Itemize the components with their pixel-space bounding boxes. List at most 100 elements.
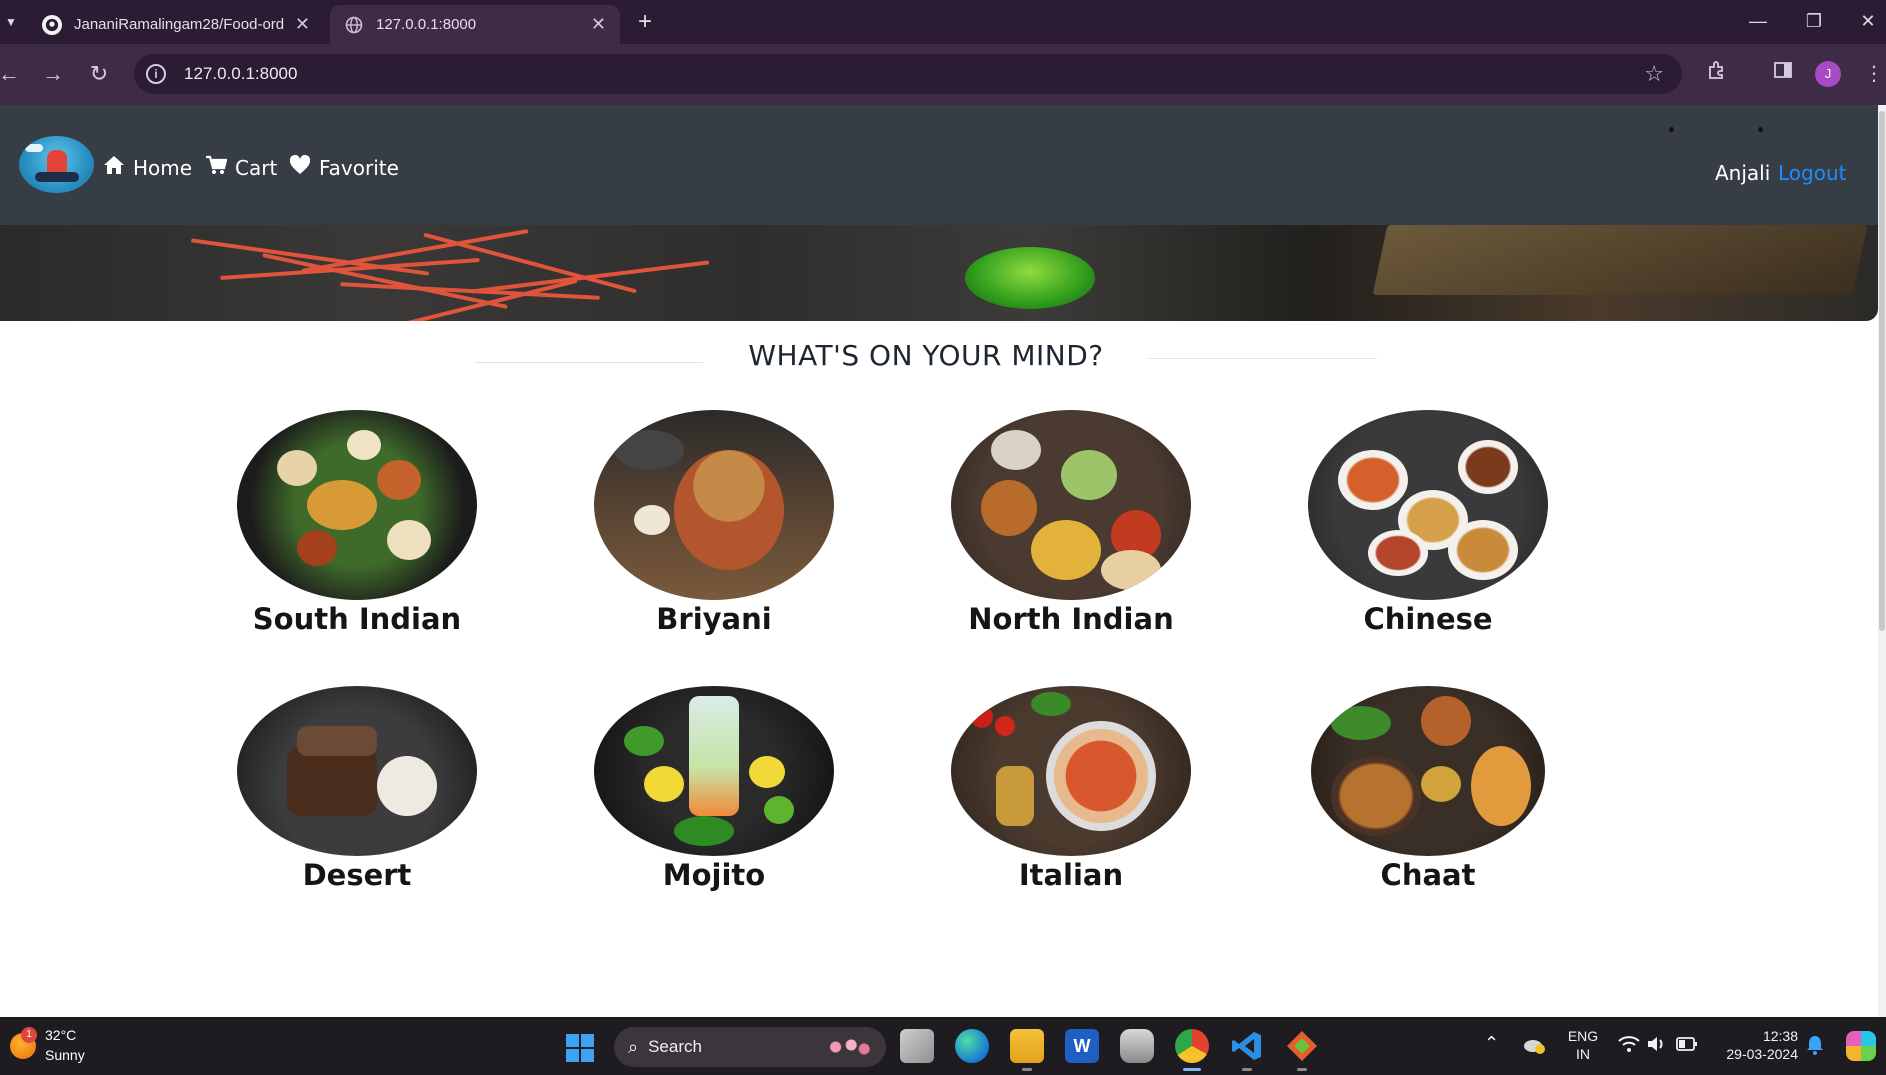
database-icon[interactable]: [1120, 1029, 1154, 1063]
category-label: Desert: [302, 858, 412, 892]
category-label: South Indian: [252, 602, 462, 636]
battery-icon[interactable]: [1676, 1036, 1698, 1055]
category-chaat[interactable]: Chaat: [1298, 686, 1558, 892]
search-icon: ⌕: [628, 1036, 639, 1057]
clock[interactable]: 12:38 29-03-2024: [1712, 1027, 1798, 1063]
clock-date: 29-03-2024: [1726, 1046, 1798, 1062]
github-icon: [42, 14, 62, 35]
heart-icon: [289, 154, 311, 180]
side-panel-icon[interactable]: [1767, 58, 1799, 90]
category-north-indian[interactable]: North Indian: [941, 410, 1201, 636]
taskbar-search[interactable]: ⌕ Search: [614, 1027, 886, 1067]
category-desert[interactable]: Desert: [227, 686, 487, 892]
weather-condition[interactable]: Sunny: [45, 1047, 85, 1063]
minimize-icon[interactable]: —: [1736, 6, 1780, 36]
category-chinese[interactable]: Chinese: [1298, 410, 1558, 636]
restore-icon[interactable]: ❐: [1792, 6, 1836, 36]
os-taskbar: 1 32°C Sunny ⌕ Search W ⌃ ENG IN 12:38 2…: [0, 1017, 1886, 1075]
tab-title: JananiRamalingam28/Food-ord: [74, 16, 285, 33]
address-bar[interactable]: i 127.0.0.1:8000 ☆: [134, 54, 1682, 94]
hero-banner-image: [0, 225, 1878, 321]
word-icon[interactable]: W: [1065, 1029, 1099, 1063]
category-image: [1308, 410, 1548, 600]
vscode-icon[interactable]: [1230, 1029, 1264, 1071]
profile-avatar[interactable]: J: [1815, 61, 1841, 87]
tab-github[interactable]: JananiRamalingam28/Food-ord ✕: [28, 5, 324, 44]
section-heading: WHAT'S ON YOUR MIND?: [0, 339, 1878, 372]
category-image: [1311, 686, 1545, 856]
reload-icon[interactable]: ↻: [82, 57, 116, 91]
cart-icon: [205, 155, 228, 180]
copilot-icon[interactable]: [1846, 1031, 1876, 1061]
task-view-icon[interactable]: [900, 1029, 934, 1063]
category-image: [594, 686, 834, 856]
site-info-icon[interactable]: i: [146, 64, 166, 84]
tab-localhost[interactable]: 127.0.0.1:8000 ✕: [330, 5, 620, 44]
file-explorer-icon[interactable]: [1010, 1029, 1044, 1071]
git-tool-icon[interactable]: [1285, 1029, 1319, 1071]
show-hidden-icons-chevron[interactable]: ⌃: [1484, 1033, 1499, 1054]
tab-list-chevron-icon[interactable]: ▼: [0, 10, 22, 34]
extensions-icon[interactable]: [1701, 58, 1733, 90]
back-arrow-icon[interactable]: ←: [0, 57, 26, 91]
category-image: [594, 410, 834, 600]
notification-bell-icon[interactable]: [1806, 1035, 1824, 1058]
region-code: IN: [1576, 1046, 1590, 1062]
globe-icon: [344, 15, 364, 35]
url-text[interactable]: 127.0.0.1:8000: [184, 64, 297, 84]
brand-logo[interactable]: [19, 136, 94, 193]
logout-link[interactable]: Logout: [1778, 161, 1846, 185]
weather-badge: 1: [21, 1027, 37, 1043]
category-label: North Indian: [968, 602, 1174, 636]
bookmark-star-icon[interactable]: ☆: [1644, 61, 1664, 87]
tab-title: 127.0.0.1:8000: [376, 16, 477, 33]
nav-home-link[interactable]: Home: [103, 155, 192, 180]
windows-start-icon[interactable]: [566, 1034, 594, 1062]
category-south-indian[interactable]: South Indian: [227, 410, 487, 636]
category-briyani[interactable]: Briyani: [584, 410, 844, 636]
wifi-icon[interactable]: [1618, 1035, 1640, 1056]
category-label: Italian: [1018, 858, 1124, 892]
browser-toolbar: ← → ↻ i 127.0.0.1:8000 ☆ J ⋮: [0, 44, 1886, 105]
nav-home-label: Home: [133, 155, 193, 180]
nav-favorite-link[interactable]: Favorite: [289, 154, 399, 180]
nav-cart-link[interactable]: Cart: [205, 155, 277, 180]
edge-browser-icon[interactable]: [955, 1029, 989, 1063]
language-code: ENG: [1567, 1028, 1599, 1044]
close-tab-icon[interactable]: ✕: [295, 14, 310, 35]
username-label: Anjali: [1715, 161, 1771, 185]
new-tab-plus-icon[interactable]: +: [630, 8, 660, 38]
category-label: Mojito: [662, 858, 766, 892]
language-indicator[interactable]: ENG IN: [1566, 1027, 1600, 1063]
forward-arrow-icon[interactable]: →: [36, 57, 70, 91]
cherry-blossom-icon: [820, 1037, 872, 1057]
chrome-icon[interactable]: [1175, 1029, 1209, 1071]
page-scrollbar[interactable]: [1878, 105, 1886, 1017]
close-tab-icon[interactable]: ✕: [591, 14, 606, 35]
nav-favorite-label: Favorite: [319, 155, 399, 180]
section-heading-text: WHAT'S ON YOUR MIND?: [748, 339, 1104, 372]
clock-time: 12:38: [1762, 1028, 1798, 1044]
category-image: [951, 686, 1191, 856]
category-image: [237, 686, 477, 856]
category-label: Chaat: [1380, 858, 1476, 892]
category-image: [951, 410, 1191, 600]
volume-icon[interactable]: [1647, 1035, 1669, 1056]
category-mojito[interactable]: Mojito: [584, 686, 844, 892]
nav-cart-label: Cart: [235, 155, 278, 180]
home-icon: [103, 155, 125, 180]
close-window-icon[interactable]: ✕: [1846, 6, 1886, 36]
weather-temp[interactable]: 32°C: [45, 1027, 76, 1043]
category-image: [237, 410, 477, 600]
category-label: Briyani: [656, 602, 772, 636]
category-label: Chinese: [1363, 602, 1493, 636]
browser-tab-bar: ▼ JananiRamalingam28/Food-ord ✕ 127.0.0.…: [0, 0, 1886, 44]
decorative-dot: [1758, 127, 1763, 132]
menu-kebab-icon[interactable]: ⋮: [1858, 58, 1886, 90]
decorative-dot: [1669, 127, 1674, 132]
site-navbar: Home Cart Favorite Anjali Logout: [0, 105, 1878, 225]
web-page: Home Cart Favorite Anjali Logout WHAT'S …: [0, 105, 1886, 1017]
category-italian[interactable]: Italian: [941, 686, 1201, 892]
onedrive-warning-icon[interactable]: [1522, 1035, 1546, 1055]
taskbar-search-label: Search: [648, 1037, 702, 1056]
